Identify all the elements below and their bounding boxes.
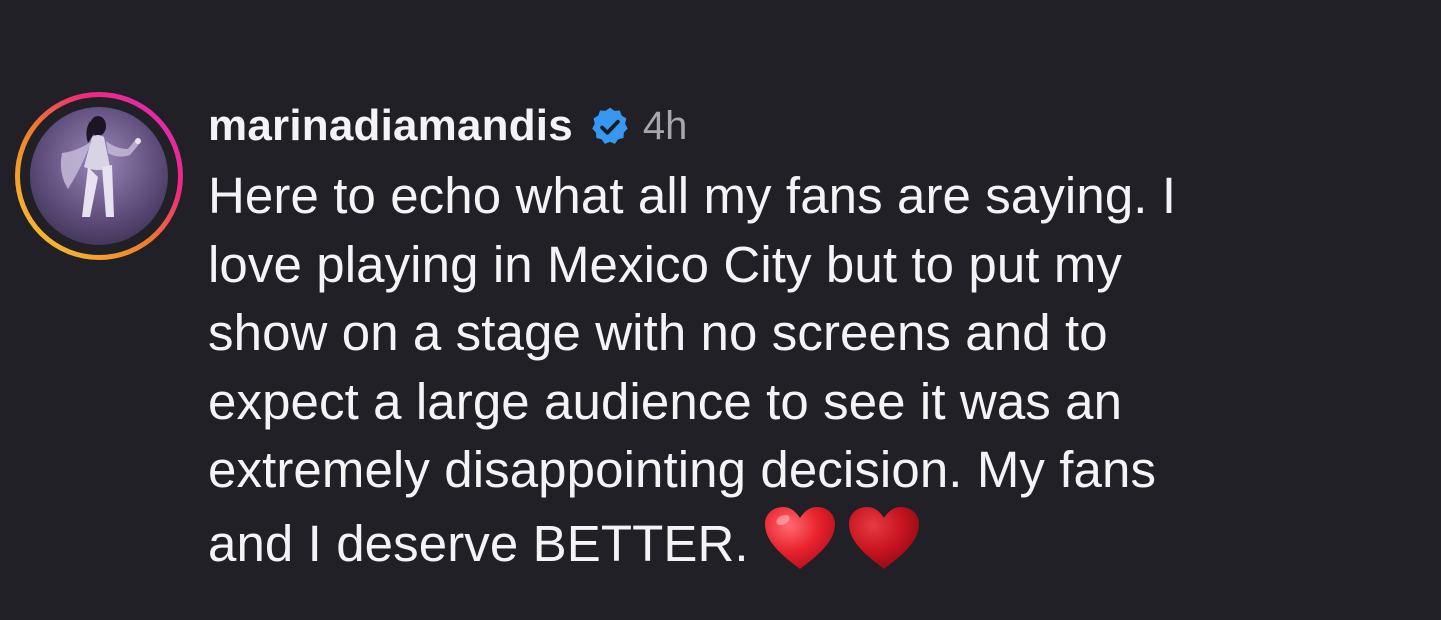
comment-text-line: and I deserve BETTER. xyxy=(208,514,749,572)
comment-text-line: expect a large audience to see it was an xyxy=(208,372,1123,430)
comment-text-line: Here to echo what all my fans are saying… xyxy=(208,167,1177,224)
comment-text-line: show on a stage with no screens and to xyxy=(208,304,1108,361)
heart-icon xyxy=(764,506,835,569)
comment-text-line: love playing in Mexico City but to put m… xyxy=(208,235,1123,293)
comment-header: marinadiamandis 4h xyxy=(208,98,1398,154)
comment-text-last-line: and I deserve BETTER. xyxy=(208,505,1398,579)
story-ring xyxy=(15,92,183,260)
username-link[interactable]: marinadiamandis xyxy=(208,101,573,151)
verified-badge-icon xyxy=(592,107,628,144)
comment: marinadiamandis 4h Here to echo what all… xyxy=(0,0,1441,620)
timestamp[interactable]: 4h xyxy=(643,104,688,149)
avatar[interactable] xyxy=(14,91,184,261)
comment-text-line: extremely disappointing decision. My fan… xyxy=(208,441,1157,498)
comment-text: Here to echo what all my fans are saying… xyxy=(208,162,1398,578)
heart-icon xyxy=(848,506,919,569)
comment-content: marinadiamandis 4h Here to echo what all… xyxy=(208,98,1398,578)
